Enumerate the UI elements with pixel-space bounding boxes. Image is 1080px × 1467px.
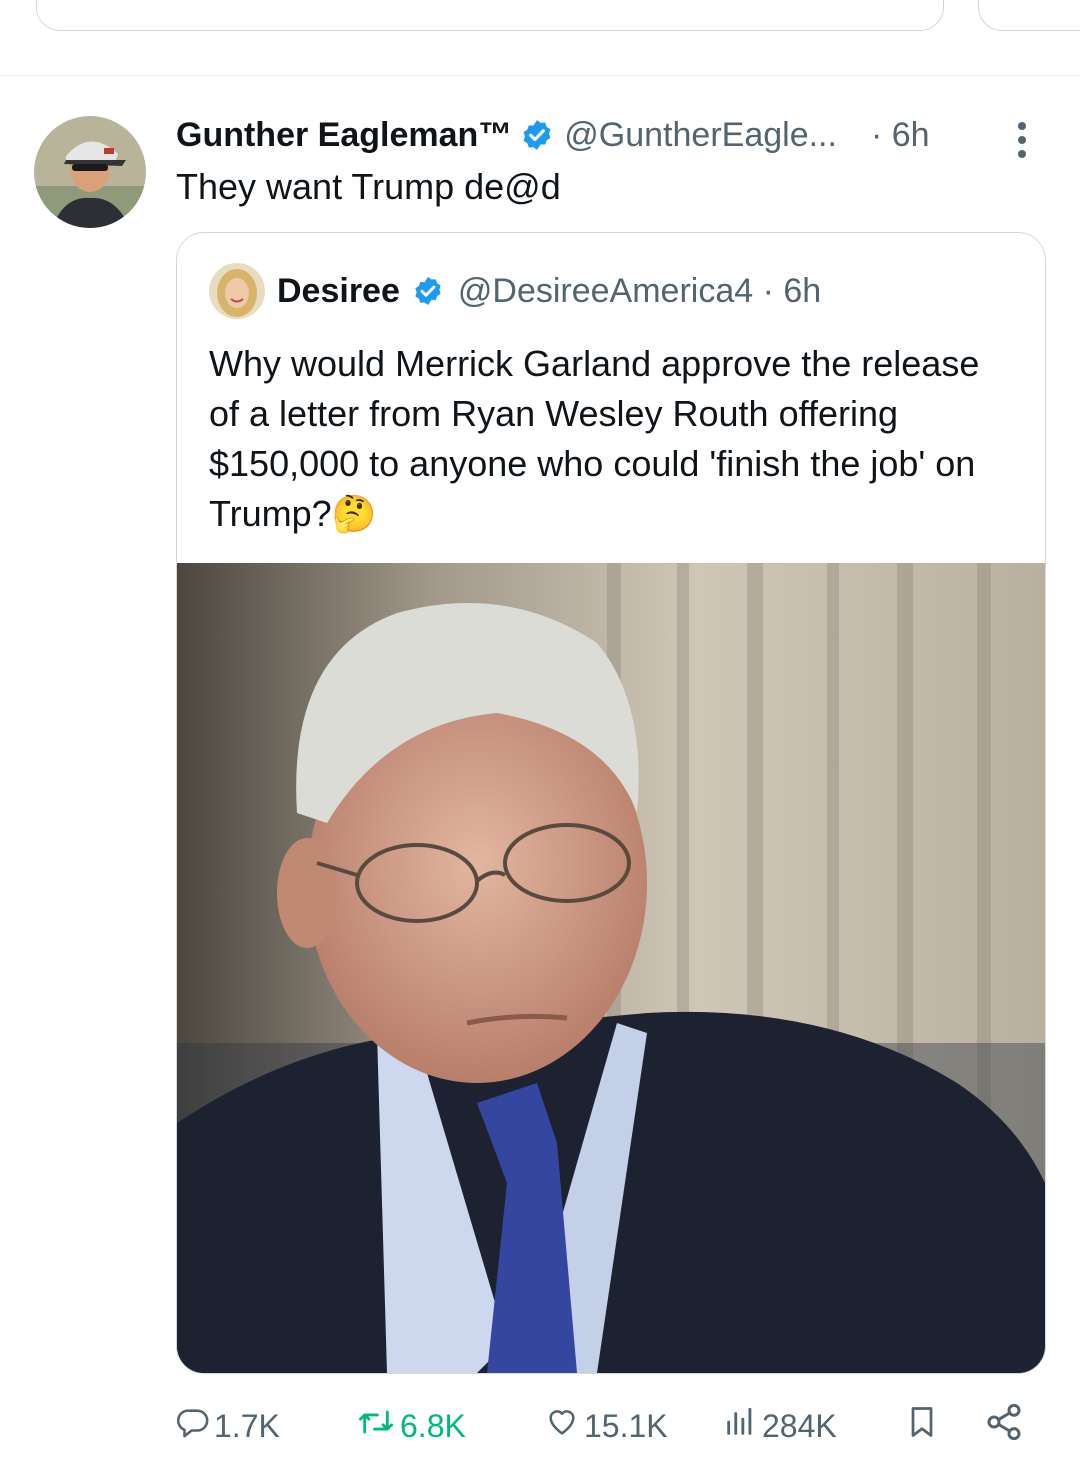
views-button[interactable]: 284K — [722, 1398, 837, 1454]
quote-header: Desiree @DesireeAmerica4 · 6h — [277, 269, 821, 313]
share-button[interactable] — [984, 1398, 1028, 1454]
author-handle[interactable]: @GuntherEagle... — [564, 116, 837, 155]
repost-icon — [356, 1405, 400, 1447]
quoted-tweet-card[interactable]: Desiree @DesireeAmerica4 · 6h Why would … — [176, 232, 1046, 1374]
views-count: 284K — [762, 1407, 837, 1444]
previous-card-left — [36, 0, 944, 31]
tweet-time[interactable]: · 6h — [871, 116, 930, 155]
like-icon — [544, 1405, 584, 1447]
quote-photo[interactable] — [177, 563, 1045, 1373]
share-icon — [984, 1402, 1028, 1450]
verified-badge-icon — [520, 118, 554, 152]
more-icon[interactable] — [1010, 118, 1034, 162]
repost-count: 6.8K — [400, 1407, 466, 1444]
bookmark-button[interactable] — [904, 1398, 944, 1454]
quote-author-name[interactable]: Desiree — [277, 272, 400, 311]
reply-button[interactable]: 1.7K — [176, 1398, 280, 1454]
quote-author-avatar[interactable] — [209, 263, 265, 319]
bookmark-icon — [904, 1402, 944, 1450]
reply-icon — [176, 1405, 214, 1447]
tweet-text: They want Trump de@d — [176, 166, 561, 207]
quote-text: Why would Merrick Garland approve the re… — [209, 343, 980, 534]
previous-card-right — [978, 0, 1080, 31]
views-icon — [722, 1405, 762, 1447]
tweet-header: Gunther Eagleman™ @GuntherEagle... · 6h — [176, 112, 1046, 158]
verified-badge-icon — [412, 275, 444, 307]
author-avatar[interactable] — [34, 116, 146, 228]
quote-handle-time[interactable]: @DesireeAmerica4 · 6h — [458, 272, 821, 311]
like-count: 15.1K — [584, 1407, 668, 1444]
divider — [0, 75, 1080, 76]
author-name[interactable]: Gunther Eagleman™ — [176, 116, 512, 155]
action-bar: 1.7K 6.8K 15.1K 284K — [176, 1398, 1056, 1454]
like-button[interactable]: 15.1K — [544, 1398, 668, 1454]
repost-button[interactable]: 6.8K — [356, 1398, 466, 1454]
reply-count: 1.7K — [214, 1407, 280, 1444]
